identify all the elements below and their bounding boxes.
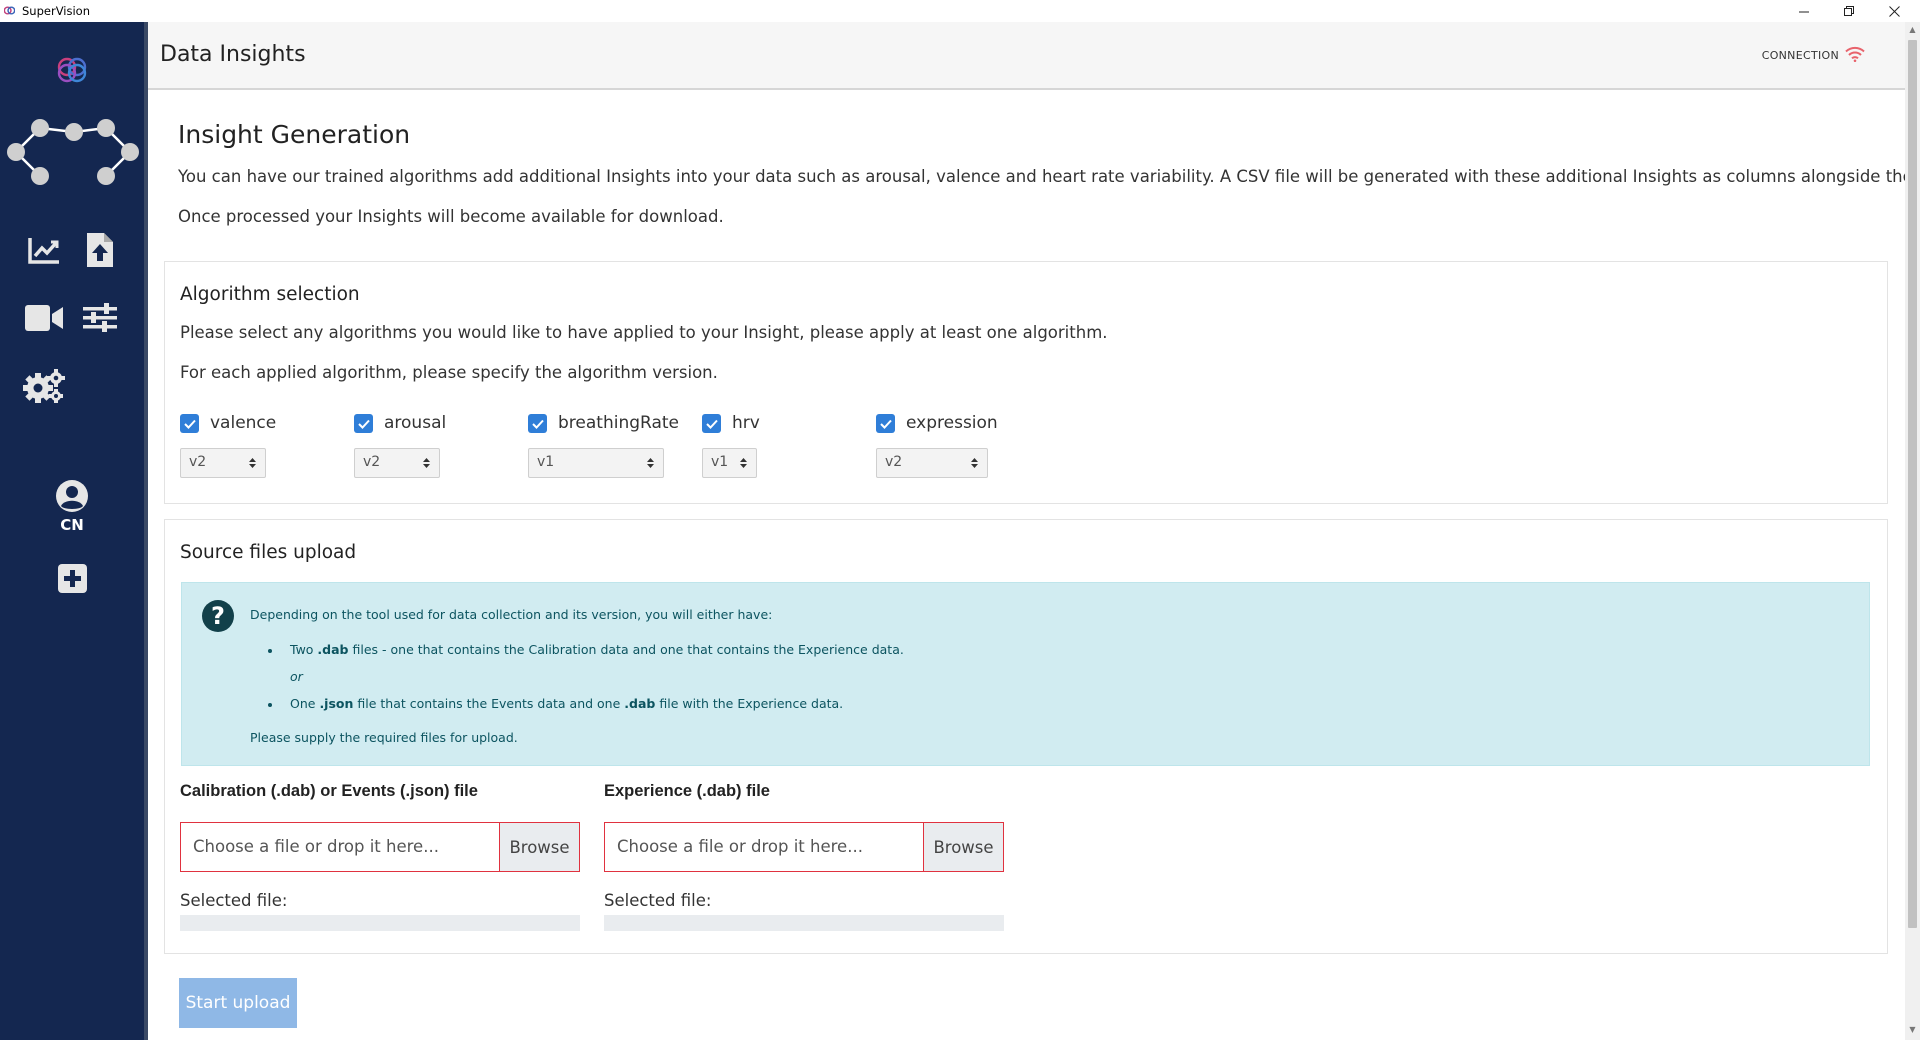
calibration-selected-file (180, 915, 580, 931)
breathing-rate-label: breathingRate (558, 413, 679, 433)
section-title: Insight Generation (178, 120, 411, 149)
hrv-version-select[interactable]: v1 (702, 448, 757, 478)
bullet (268, 703, 272, 707)
calibration-file-label: Calibration (.dab) or Events (.json) fil… (180, 782, 478, 800)
minimize-icon (1798, 11, 1809, 12)
connection-label: CONNECTION (1761, 49, 1839, 62)
experience-file-label: Experience (.dab) file (604, 782, 770, 800)
valence-version-select[interactable]: v2 (180, 448, 266, 478)
hrv-label: hrv (732, 413, 760, 433)
expression-checkbox[interactable] (876, 414, 895, 433)
experience-selected-label: Selected file: (604, 891, 712, 910)
network-icon (7, 119, 139, 185)
start-upload-button[interactable]: Start upload (179, 978, 297, 1028)
sidebar-item-home-logo[interactable] (54, 52, 90, 88)
algorithm-version-desc: For each applied algorithm, please speci… (180, 363, 718, 382)
select-arrows-icon (249, 458, 256, 468)
sidebar-item-video[interactable] (24, 300, 64, 336)
breathing-rate-version-select[interactable]: v1 (528, 448, 664, 478)
algorithm-selection-card: Algorithm selection Please select any al… (164, 261, 1888, 504)
wifi-icon (1845, 46, 1865, 62)
checkmark-icon (705, 419, 718, 429)
experience-selected-file (604, 915, 1004, 931)
close-icon (1888, 5, 1900, 17)
user-circle-icon (56, 480, 88, 512)
info-footer: Please supply the required files for upl… (250, 730, 518, 745)
experience-file-placeholder: Choose a file or drop it here... (617, 837, 863, 856)
select-arrows-icon (740, 458, 747, 468)
sidebar-item-file-upload[interactable] (82, 230, 118, 270)
intro-text-secondary: Once processed your Insights will become… (178, 207, 724, 226)
sidebar-item-system-settings[interactable] (22, 366, 66, 406)
info-bullet-json: One .json file that contains the Events … (290, 696, 844, 711)
video-camera-icon (25, 305, 63, 331)
page-title: Data Insights (160, 42, 306, 67)
sliders-icon (83, 303, 117, 332)
calibration-browse-button[interactable]: Browse (499, 823, 579, 871)
info-bullet-dab: Two .dab files - one that contains the C… (290, 642, 904, 657)
select-arrows-icon (971, 458, 978, 468)
sidebar-item-user-profile[interactable] (54, 478, 90, 514)
sidebar-item-adjustments[interactable] (82, 300, 118, 336)
expression-version-value: v2 (885, 454, 903, 470)
expression-label: expression (906, 413, 998, 433)
experience-file-input[interactable]: Choose a file or drop it here... Browse (604, 822, 1004, 872)
experience-browse-button[interactable]: Browse (923, 823, 1003, 871)
window-title: SuperVision (22, 4, 91, 18)
upload-info-box: ? Depending on the tool used for data co… (181, 582, 1870, 766)
close-button[interactable] (1872, 1, 1916, 21)
arousal-version-value: v2 (363, 454, 381, 470)
arousal-version-select[interactable]: v2 (354, 448, 440, 478)
page-header: Data Insights CONNECTION (148, 22, 1905, 90)
scroll-up-arrow-icon[interactable]: ▲ (1905, 22, 1920, 38)
restore-button[interactable] (1827, 1, 1871, 21)
algorithm-selection-desc: Please select any algorithms you would l… (180, 323, 1108, 342)
chart-line-icon (28, 238, 59, 264)
plus-square-icon (57, 563, 87, 593)
user-initials: CN (60, 516, 84, 534)
brain-icon (57, 57, 87, 83)
expression-version-select[interactable]: v2 (876, 448, 988, 478)
scroll-down-arrow-icon[interactable]: ▼ (1905, 1022, 1920, 1038)
source-upload-card: Source files upload ? Depending on the t… (164, 519, 1888, 954)
valence-label: valence (210, 413, 277, 433)
hrv-checkbox[interactable] (702, 414, 721, 433)
source-upload-title: Source files upload (180, 542, 357, 563)
window-titlebar: SuperVision (0, 0, 1920, 22)
question-circle-icon: ? (202, 600, 234, 632)
sidebar-item-network[interactable] (2, 114, 142, 190)
arousal-label: arousal (384, 413, 447, 433)
algorithm-selection-title: Algorithm selection (180, 284, 360, 305)
breathing-rate-version-value: v1 (537, 454, 555, 470)
minimize-button[interactable] (1782, 1, 1826, 21)
bullet (268, 649, 272, 653)
checkmark-icon (357, 419, 370, 429)
valence-checkbox[interactable] (180, 414, 199, 433)
hrv-version-value: v1 (711, 454, 729, 470)
calibration-selected-label: Selected file: (180, 891, 288, 910)
calibration-file-placeholder: Choose a file or drop it here... (193, 837, 439, 856)
sidebar-item-analytics[interactable] (26, 232, 62, 268)
checkmark-icon (879, 419, 892, 429)
valence-version-value: v2 (189, 454, 207, 470)
select-arrows-icon (423, 458, 430, 468)
checkmark-icon (531, 419, 544, 429)
app-logo-icon (4, 6, 15, 15)
restore-icon (1843, 5, 1854, 16)
scrollbar-thumb[interactable] (1908, 40, 1917, 928)
main-content: Insight Generation You can have our trai… (148, 90, 1920, 1040)
intro-text: You can have our trained algorithms add … (178, 167, 1920, 186)
file-upload-icon (87, 233, 113, 267)
checkmark-icon (183, 419, 196, 429)
info-or: or (290, 669, 303, 684)
breathing-rate-checkbox[interactable] (528, 414, 547, 433)
select-arrows-icon (647, 458, 654, 468)
gears-icon (23, 369, 65, 403)
sidebar-item-add[interactable] (55, 561, 89, 595)
calibration-file-input[interactable]: Choose a file or drop it here... Browse (180, 822, 580, 872)
info-lead: Depending on the tool used for data coll… (250, 607, 773, 622)
arousal-checkbox[interactable] (354, 414, 373, 433)
